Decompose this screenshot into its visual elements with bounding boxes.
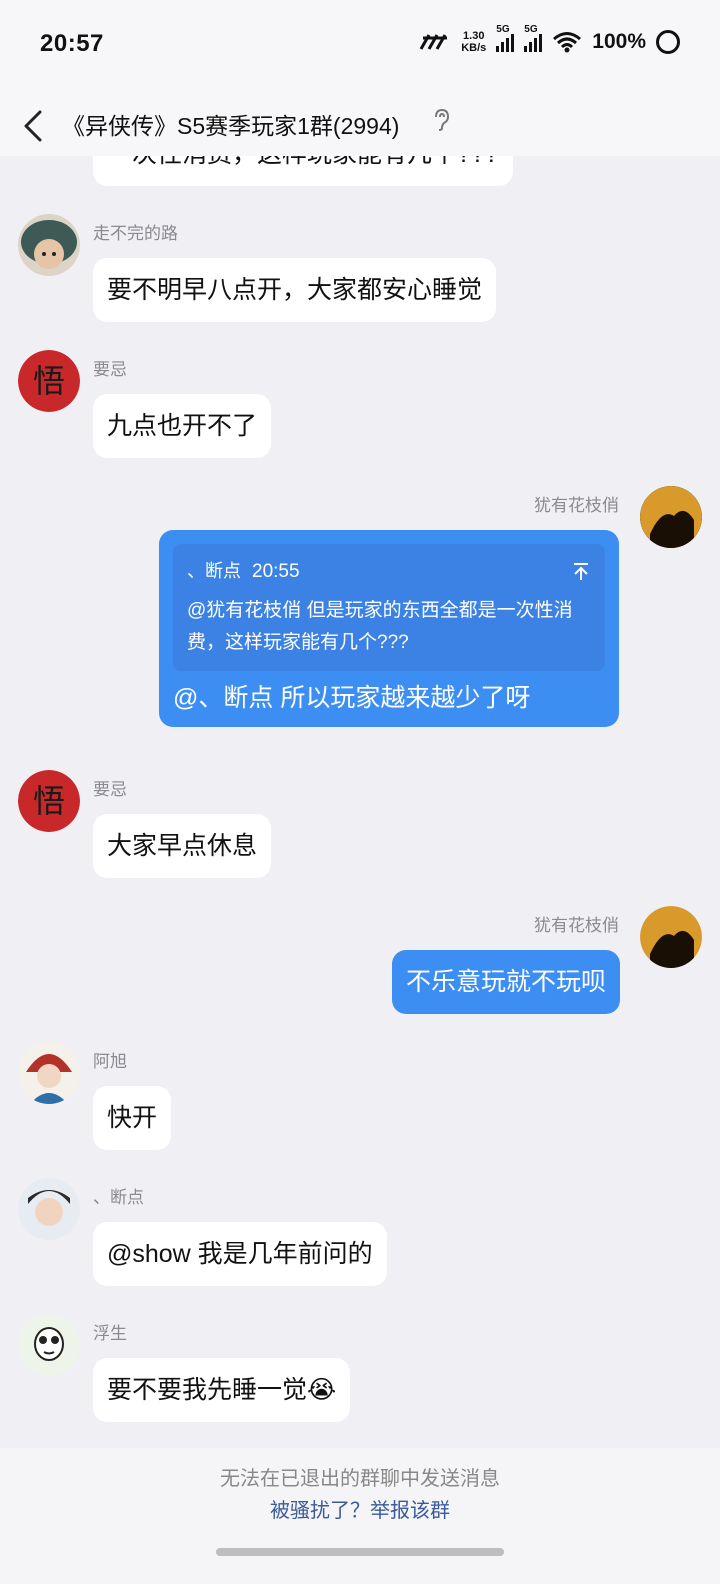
ear-icon[interactable] xyxy=(432,208,452,234)
avatar[interactable] xyxy=(18,1042,80,1104)
sender-name: 阿旭 xyxy=(93,1052,127,1071)
message-bubble[interactable]: 一次性消费，这样玩家能有几个??? xyxy=(93,156,513,186)
battery-icon xyxy=(656,30,680,54)
message-text: @、断点 所以玩家越来越少了呀 xyxy=(173,684,531,712)
quoted-sender: 、断点 xyxy=(187,561,241,581)
scroll-to-top-icon[interactable] xyxy=(571,562,591,582)
quoted-time: 20:55 xyxy=(252,561,300,582)
svg-text:悟: 悟 xyxy=(33,362,65,400)
message-bubble[interactable]: @show 我是几年前问的 xyxy=(93,1222,387,1286)
avatar[interactable] xyxy=(18,1314,80,1376)
message-text: 九点也开不了 xyxy=(107,412,258,440)
my-message-bubble[interactable]: 不乐意玩就不玩呗 xyxy=(391,950,620,1014)
avatar[interactable] xyxy=(18,1178,80,1240)
svg-text:悟: 悟 xyxy=(33,782,65,820)
message-text: 要不要我先睡一觉 xyxy=(107,1376,308,1404)
message-text: @show 我是几年前问的 xyxy=(107,1240,373,1268)
message-bubble[interactable]: 快开 xyxy=(93,1086,172,1150)
cannot-send-notice: 无法在已退出的群聊中发送消息 xyxy=(220,1468,500,1490)
chat-header: 《异侠传》S5赛季玩家1群(2994) xyxy=(0,96,720,156)
wifi-icon xyxy=(553,32,582,53)
footer: 无法在已退出的群聊中发送消息 被骚扰了？举报该群 xyxy=(0,1448,720,1584)
avatar[interactable] xyxy=(18,214,80,276)
avatar[interactable]: 悟 xyxy=(18,350,80,412)
home-indicator[interactable] xyxy=(216,1548,504,1556)
message-list[interactable]: 一次性消费，这样玩家能有几个??? 走不完的路 要不明早八点开，大家都安心睡觉 … xyxy=(0,156,720,1448)
sender-name: 、断点 xyxy=(93,1188,144,1207)
group-title[interactable]: 《异侠传》S5赛季玩家1群(2994) xyxy=(62,106,399,146)
sim1-label: 5G xyxy=(496,24,510,35)
status-bar: 20:57 1.30 KB/s 5G 5G 100% xyxy=(0,0,720,96)
status-time: 20:57 xyxy=(40,30,104,57)
signal-icon-sim1: 5G xyxy=(496,24,515,52)
my-avatar[interactable] xyxy=(640,486,702,548)
network-speed: 1.30 KB/s xyxy=(461,30,486,54)
sender-name: 要忌 xyxy=(93,360,127,379)
message-bubble[interactable]: 要不要我先睡一觉😭 xyxy=(93,1358,351,1422)
sender-name: 犹有花枝俏 xyxy=(534,496,619,515)
status-icons: 1.30 KB/s 5G 5G 100% xyxy=(419,24,680,54)
sender-name: 走不完的路 xyxy=(93,224,178,243)
report-group-link[interactable]: 被骚扰了？举报该群 xyxy=(0,1494,720,1523)
my-message-bubble[interactable]: 、断点 20:55 @犹有花枝俏 但是玩家的东西全都是一次性消费，这样玩家能有几… xyxy=(159,530,619,727)
my-avatar[interactable] xyxy=(640,906,702,968)
sender-name: 浮生 xyxy=(93,1324,127,1343)
network-speed-value: 1.30 xyxy=(463,30,485,42)
ear-mode-icon[interactable] xyxy=(432,108,450,132)
signal-icon-sim2: 5G xyxy=(524,24,543,52)
quoted-text: @犹有花枝俏 但是玩家的东西全都是一次性消费，这样玩家能有几个??? xyxy=(187,600,573,653)
battery-percent: 100% xyxy=(592,30,646,53)
message-text: 大家早点休息 xyxy=(107,832,258,860)
message-text: 快开 xyxy=(107,1104,158,1132)
avatar[interactable]: 悟 xyxy=(18,770,80,832)
sender-name: 要忌 xyxy=(93,780,127,799)
sim2-label: 5G xyxy=(524,24,538,35)
message-bubble[interactable]: 要不明早八点开，大家都安心睡觉 xyxy=(93,258,497,322)
message-text: 不乐意玩就不玩呗 xyxy=(405,968,606,996)
quoted-message[interactable]: 、断点 20:55 @犹有花枝俏 但是玩家的东西全都是一次性消费，这样玩家能有几… xyxy=(173,544,605,671)
network-speed-unit: KB/s xyxy=(461,42,487,54)
sender-name: 犹有花枝俏 xyxy=(534,916,619,935)
crying-emoji-icon: 😭 xyxy=(307,1376,337,1404)
message-text: 一次性消费，这样玩家能有几个??? xyxy=(107,156,499,168)
back-arrow-icon[interactable] xyxy=(20,106,50,146)
message-bubble[interactable]: 九点也开不了 xyxy=(93,394,272,458)
message-bubble[interactable]: 大家早点休息 xyxy=(93,814,272,878)
network-brand-icon xyxy=(419,34,448,50)
message-text: 要不明早八点开，大家都安心睡觉 xyxy=(107,276,483,304)
